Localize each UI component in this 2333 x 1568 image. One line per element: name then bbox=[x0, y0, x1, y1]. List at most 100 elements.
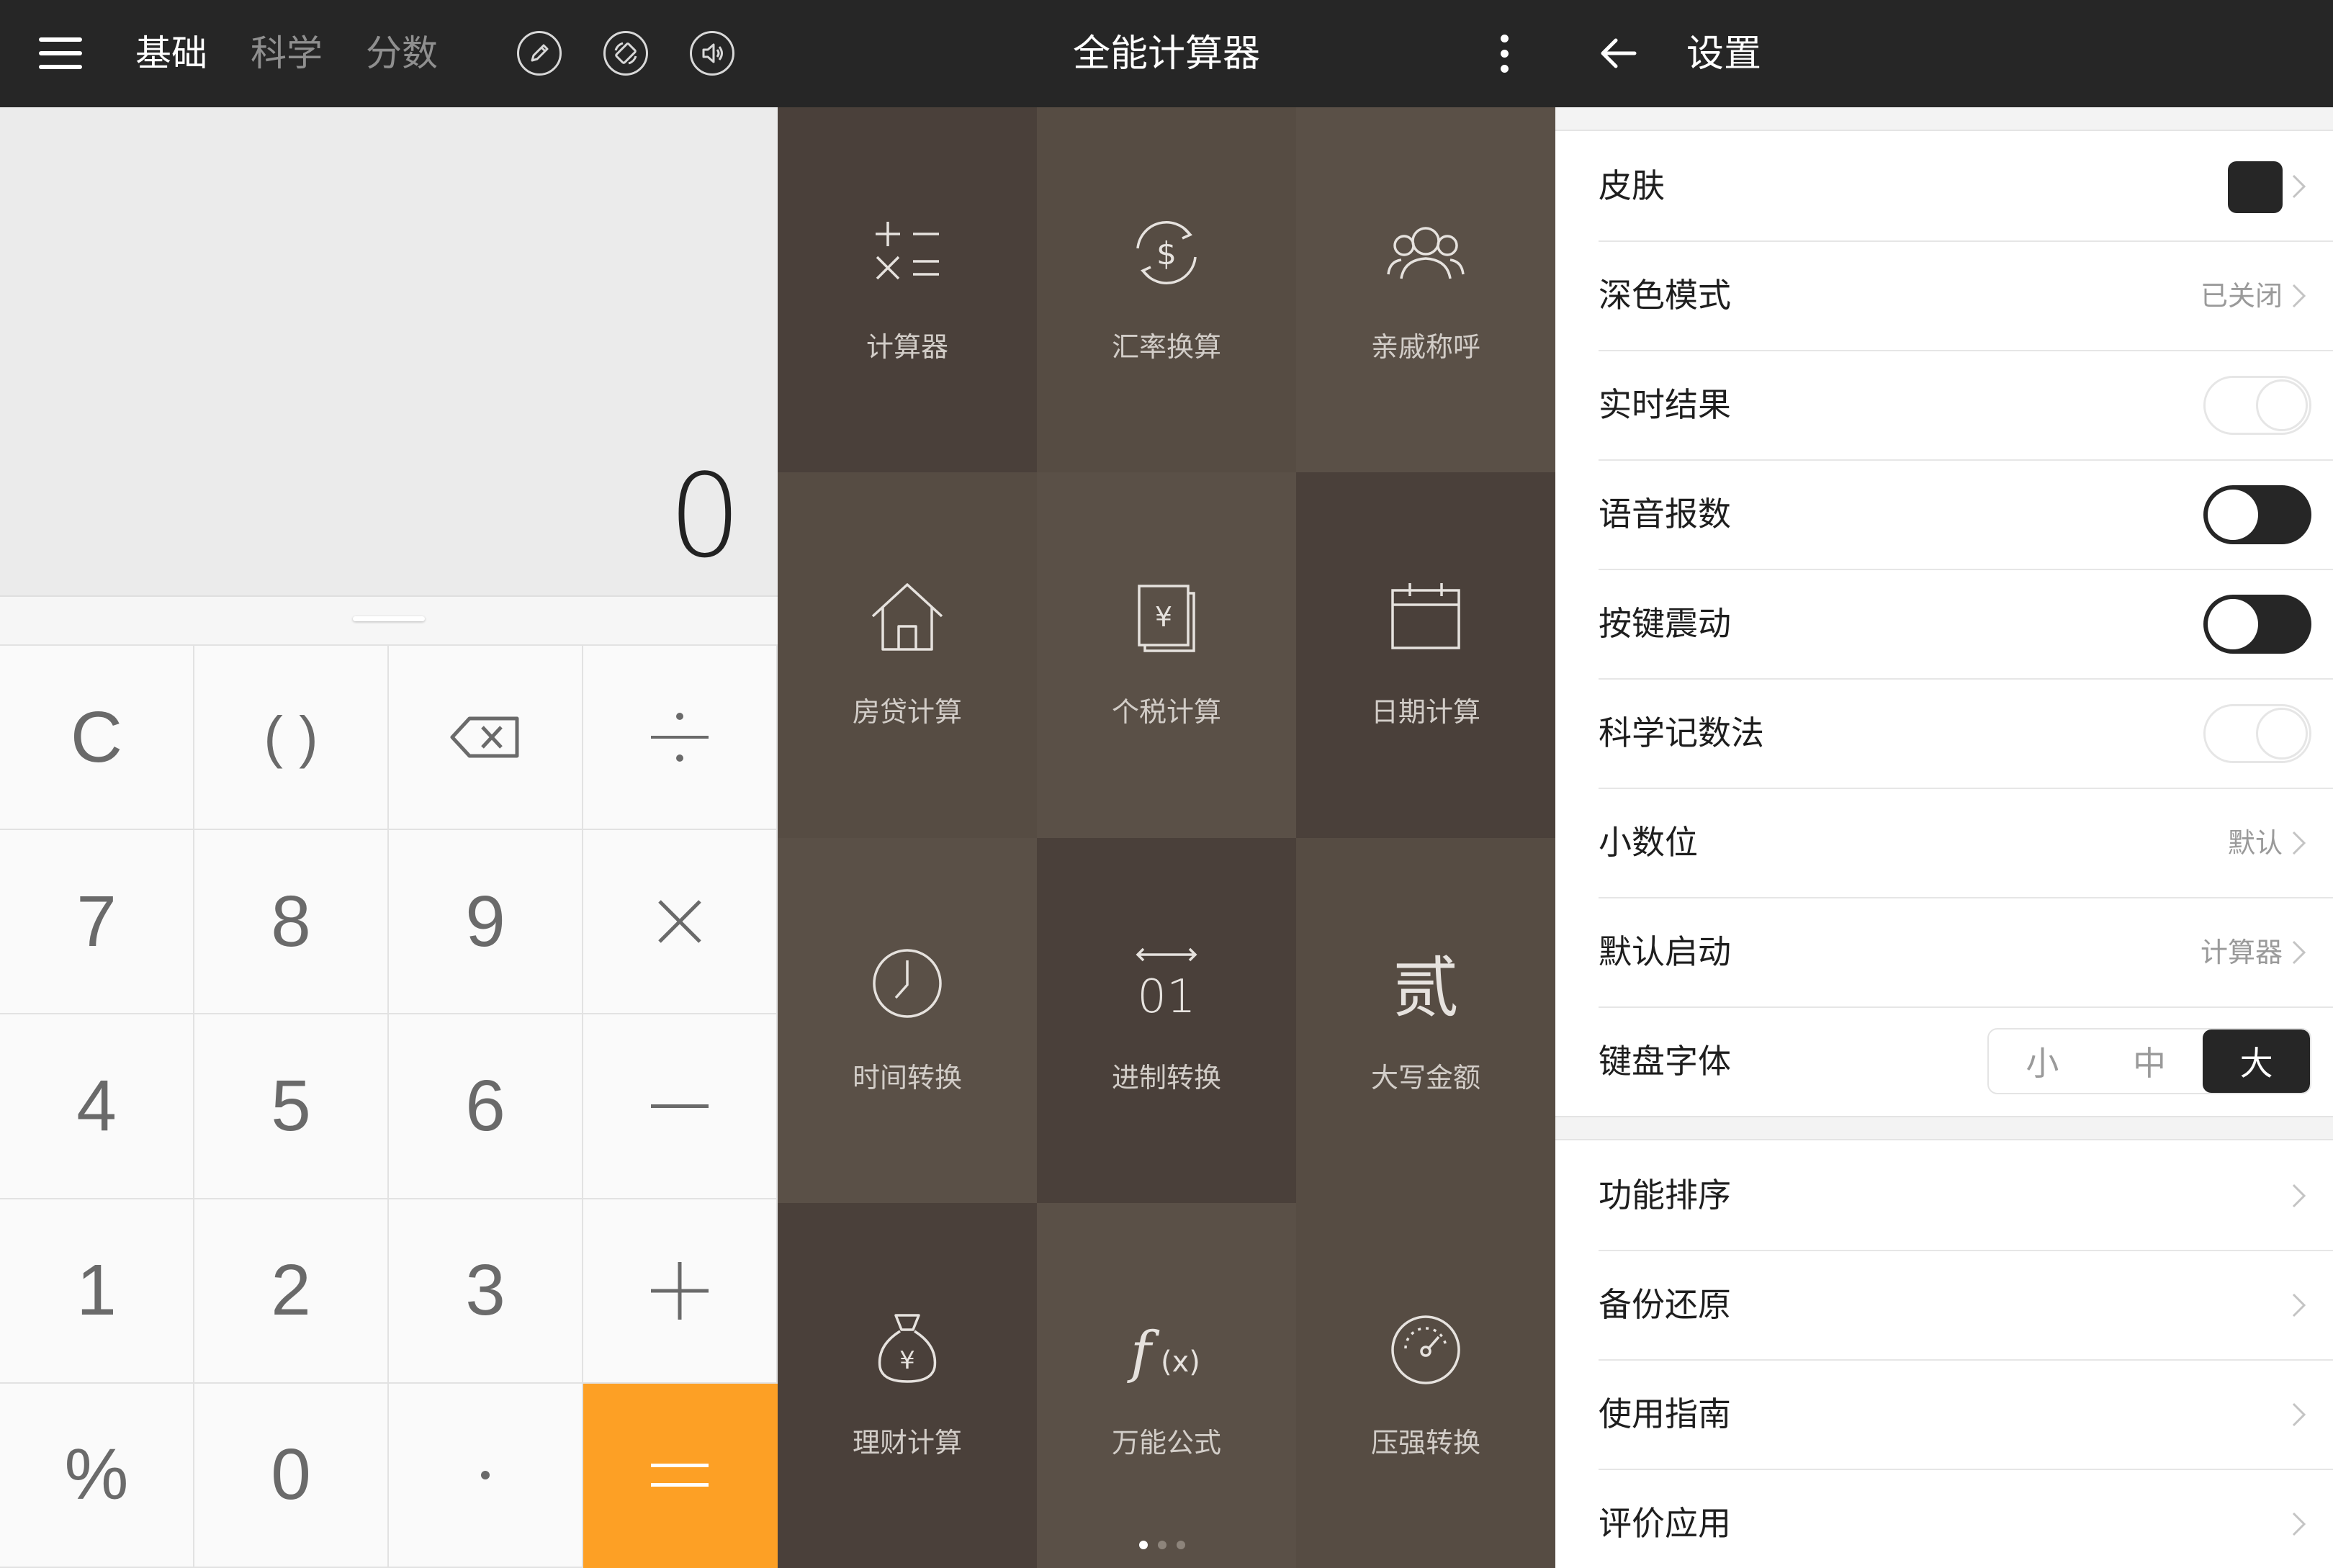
tool-label: 房贷计算 bbox=[852, 696, 962, 729]
settings-group-main: 皮肤 深色模式 已关闭 实时结果 语音报数 按键震动 科学记数法 小数位 默认 bbox=[1555, 130, 2333, 1117]
key-8[interactable]: 8 bbox=[194, 830, 389, 1015]
tool-base-conversion[interactable]: 01 进制转换 bbox=[1037, 837, 1296, 1203]
tab-fraction[interactable]: 分数 bbox=[366, 30, 438, 76]
key-clear[interactable]: C bbox=[0, 646, 194, 831]
settings-group-more: 功能排序 备份还原 使用指南 评价应用 bbox=[1555, 1139, 2333, 1568]
setting-skin[interactable]: 皮肤 bbox=[1555, 131, 2333, 240]
chevron-right-icon bbox=[2292, 831, 2306, 855]
key-4[interactable]: 4 bbox=[0, 1014, 194, 1199]
key-1[interactable]: 1 bbox=[0, 1199, 194, 1384]
tool-label: 理财计算 bbox=[852, 1426, 962, 1459]
edit-icon[interactable] bbox=[517, 31, 562, 76]
tools-top-bar: 全能计算器 bbox=[778, 0, 1555, 107]
key-parentheses[interactable]: ( ) bbox=[194, 646, 389, 831]
chevron-right-icon bbox=[2292, 284, 2306, 308]
tool-pressure[interactable]: 压强转换 bbox=[1296, 1202, 1555, 1568]
settings-panel: 设置 皮肤 深色模式 已关闭 实时结果 语音报数 按键震动 科学记数法 小数位 … bbox=[1555, 0, 2333, 1568]
key-0[interactable]: 0 bbox=[194, 1383, 389, 1568]
key-minus[interactable] bbox=[583, 1014, 778, 1199]
setting-label: 功能排序 bbox=[1599, 1176, 1731, 1215]
key-percent[interactable]: % bbox=[0, 1383, 194, 1568]
calculator-ops-icon bbox=[876, 222, 939, 280]
key-plus[interactable] bbox=[583, 1199, 778, 1384]
setting-user-guide[interactable]: 使用指南 bbox=[1555, 1359, 2333, 1469]
setting-decimal-places[interactable]: 小数位 默认 bbox=[1555, 788, 2333, 897]
font-size-selector: 小 中 大 bbox=[1987, 1028, 2311, 1094]
key-decimal-point[interactable] bbox=[389, 1383, 583, 1568]
voice-toggle[interactable] bbox=[2203, 485, 2311, 544]
setting-realtime-result: 实时结果 bbox=[1555, 350, 2333, 459]
settings-top-bar: 设置 bbox=[1555, 0, 2333, 107]
vibrate-toggle[interactable] bbox=[2203, 595, 2311, 654]
setting-rate-app[interactable]: 评价应用 bbox=[1555, 1469, 2333, 1568]
tool-date[interactable]: 日期计算 bbox=[1296, 472, 1555, 838]
tax-document-icon: ¥ bbox=[1138, 585, 1195, 652]
scientific-toggle[interactable] bbox=[2203, 704, 2311, 763]
setting-default-start[interactable]: 默认启动 计算器 bbox=[1555, 897, 2333, 1006]
tool-relatives[interactable]: 亲戚称呼 bbox=[1296, 107, 1555, 473]
tool-label: 大写金额 bbox=[1370, 1061, 1480, 1094]
key-9[interactable]: 9 bbox=[389, 830, 583, 1015]
drag-handle[interactable] bbox=[0, 595, 778, 644]
svg-text:贰: 贰 bbox=[1393, 950, 1459, 1027]
menu-icon[interactable] bbox=[39, 37, 82, 69]
app-title: 全能计算器 bbox=[1072, 32, 1260, 76]
money-bag-icon: ¥ bbox=[878, 1314, 937, 1383]
font-option-small[interactable]: 小 bbox=[1989, 1029, 2096, 1093]
key-multiply[interactable] bbox=[583, 830, 778, 1015]
key-3[interactable]: 3 bbox=[389, 1199, 583, 1384]
tool-capital-amount[interactable]: 贰 大写金额 bbox=[1296, 837, 1555, 1203]
tool-mortgage[interactable]: 房贷计算 bbox=[778, 472, 1037, 838]
page-title: 设置 bbox=[1686, 32, 1762, 76]
key-equals[interactable] bbox=[583, 1383, 778, 1568]
plus-icon bbox=[651, 1261, 709, 1320]
back-arrow-icon[interactable] bbox=[1597, 32, 1640, 75]
tool-finance[interactable]: ¥ 理财计算 bbox=[778, 1202, 1037, 1568]
result-display: 0 bbox=[0, 107, 778, 595]
setting-label: 默认启动 bbox=[1599, 932, 1731, 971]
setting-label: 语音报数 bbox=[1599, 495, 1731, 533]
page-indicator bbox=[1139, 1541, 1185, 1549]
tool-calculator[interactable]: 计算器 bbox=[778, 107, 1037, 473]
key-divide[interactable] bbox=[583, 646, 778, 831]
setting-label: 皮肤 bbox=[1599, 166, 1665, 205]
key-backspace[interactable] bbox=[389, 646, 583, 831]
svg-text:¥: ¥ bbox=[1155, 601, 1172, 633]
setting-label: 使用指南 bbox=[1599, 1394, 1731, 1433]
font-option-medium[interactable]: 中 bbox=[2096, 1029, 2203, 1093]
tool-label: 日期计算 bbox=[1370, 696, 1480, 729]
sound-icon[interactable] bbox=[690, 31, 734, 76]
tool-income-tax[interactable]: ¥ 个税计算 bbox=[1037, 472, 1296, 838]
setting-backup-restore[interactable]: 备份还原 bbox=[1555, 1250, 2333, 1359]
svg-text:f: f bbox=[1127, 1320, 1160, 1385]
tool-label: 进制转换 bbox=[1111, 1061, 1221, 1094]
tool-formula[interactable]: f (x) 万能公式 bbox=[1037, 1202, 1296, 1568]
backspace-icon bbox=[450, 716, 519, 758]
clock-icon bbox=[873, 948, 942, 1018]
font-option-large[interactable]: 大 bbox=[2203, 1029, 2310, 1093]
setting-voice: 语音报数 bbox=[1555, 459, 2333, 569]
svg-text:01: 01 bbox=[1137, 970, 1195, 1024]
key-6[interactable]: 6 bbox=[389, 1014, 583, 1199]
calculator-top-bar: 基础 科学 分数 bbox=[0, 0, 778, 107]
setting-label: 键盘字体 bbox=[1599, 1042, 1731, 1081]
key-5[interactable]: 5 bbox=[194, 1014, 389, 1199]
setting-sort-functions[interactable]: 功能排序 bbox=[1555, 1140, 2333, 1250]
tool-time[interactable]: 时间转换 bbox=[778, 837, 1037, 1203]
skin-color-swatch bbox=[2228, 161, 2283, 213]
tool-label: 压强转换 bbox=[1370, 1426, 1480, 1459]
keypad: C ( ) 7 8 9 4 5 6 1 2 3 % 0 bbox=[0, 644, 778, 1568]
setting-label: 小数位 bbox=[1599, 823, 1698, 862]
key-2[interactable]: 2 bbox=[194, 1199, 389, 1384]
house-icon bbox=[871, 583, 943, 651]
more-options-icon[interactable] bbox=[1501, 35, 1509, 73]
setting-dark-mode[interactable]: 深色模式 已关闭 bbox=[1555, 240, 2333, 350]
tab-scientific[interactable]: 科学 bbox=[251, 30, 323, 76]
rotate-icon[interactable] bbox=[603, 31, 648, 76]
display-value: 0 bbox=[668, 449, 742, 583]
setting-value: 已关闭 bbox=[2200, 280, 2283, 312]
tab-basic[interactable]: 基础 bbox=[135, 30, 207, 76]
key-7[interactable]: 7 bbox=[0, 830, 194, 1015]
realtime-toggle[interactable] bbox=[2203, 376, 2311, 435]
tool-exchange-rate[interactable]: $ 汇率换算 bbox=[1037, 107, 1296, 473]
